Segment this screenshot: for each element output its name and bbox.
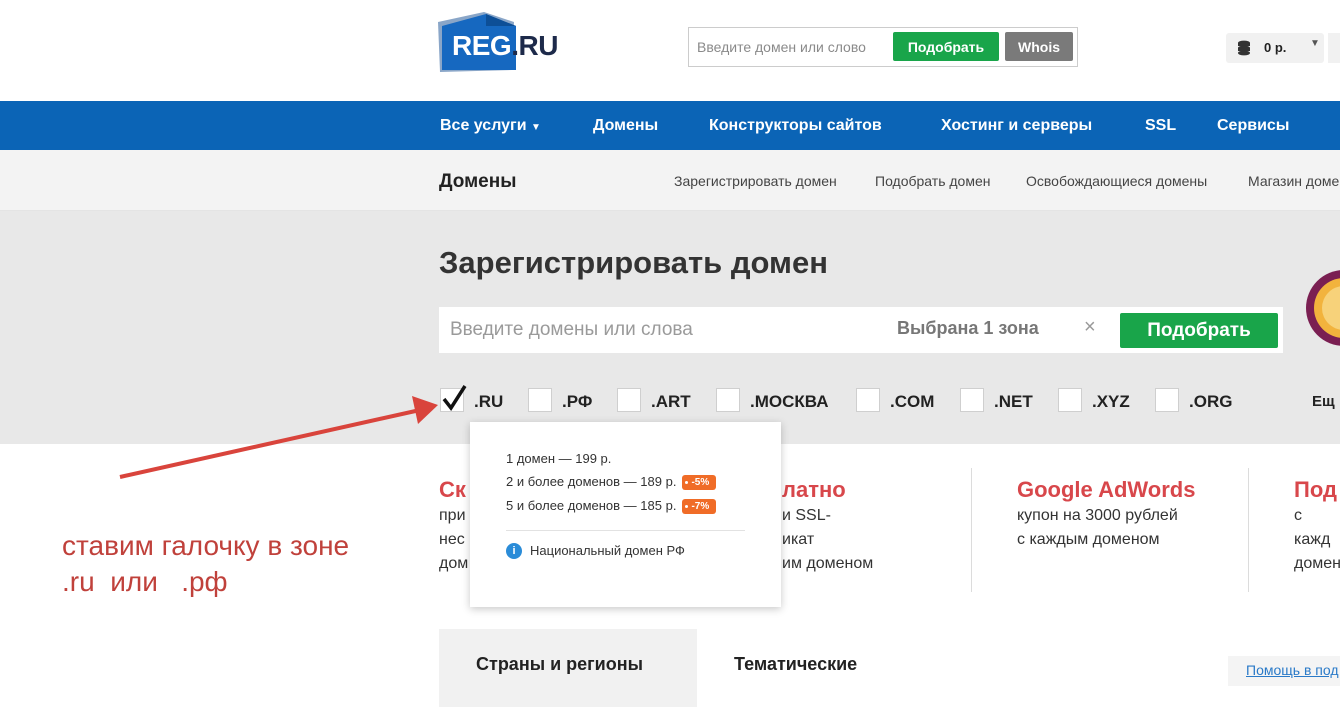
promo-block-2: латно и SSL- икат им доменом [782, 476, 873, 576]
domain-search-input[interactable] [450, 318, 870, 342]
sub-nav-pick-domain[interactable]: Подобрать домен [875, 173, 990, 189]
tab-countries-regions[interactable]: Страны и регионы [476, 654, 643, 675]
caret-down-icon: ▼ [531, 122, 541, 133]
divider [971, 468, 972, 592]
promo-block-1: Ск при нес дом [439, 476, 468, 576]
discount-badge: -7% [682, 499, 717, 515]
annotation-line: ставим галочку в зоне [62, 530, 350, 561]
checkbox[interactable] [856, 388, 880, 412]
checkmark-icon [442, 385, 467, 412]
help-link[interactable]: Помощь в под [1246, 662, 1339, 678]
main-nav: Все услуги ▼ Домены Конструкторы сайтов … [0, 101, 1340, 150]
nav-all-services[interactable]: Все услуги ▼ [440, 117, 541, 135]
page-title: Зарегистрировать домен [439, 245, 828, 280]
discount-badge: -5% [682, 475, 717, 491]
price-row: 1 домен — 199 р. [506, 451, 612, 466]
zone-label: .COM [890, 392, 935, 411]
zone-label: .РФ [562, 392, 593, 411]
balance-dropdown[interactable]: 0 р. ▼ [1226, 33, 1324, 63]
sub-nav-title: Домены [439, 171, 517, 192]
promo-line: при [439, 507, 466, 524]
header-pick-button[interactable]: Подобрать [893, 32, 999, 61]
domain-search-box: Выбрана 1 зона × Подобрать [439, 307, 1283, 353]
hero-register-domain: Зарегистрировать домен Выбрана 1 зона × … [0, 211, 1340, 444]
tab-thematic[interactable]: Тематические [734, 654, 857, 675]
checkbox[interactable] [1058, 388, 1082, 412]
checkbox[interactable] [960, 388, 984, 412]
checkbox[interactable] [1155, 388, 1179, 412]
promo-badge-icon[interactable] [1306, 258, 1340, 358]
sub-nav-expiring-domains[interactable]: Освобождающиеся домены [1026, 173, 1207, 189]
promo-line: икат [782, 531, 815, 548]
logo-text: REG.RU [452, 30, 558, 61]
zone-label: .NET [994, 392, 1033, 411]
zone-label: .RU [474, 392, 504, 411]
promo-line: им доменом [782, 555, 874, 572]
whois-button[interactable]: Whois [1005, 32, 1073, 61]
checkbox[interactable] [528, 388, 552, 412]
coins-icon [1238, 40, 1250, 56]
promo-line: домен [1294, 555, 1340, 572]
info-icon: i [506, 543, 522, 559]
sub-nav-domain-shop[interactable]: Магазин доме [1248, 173, 1339, 189]
clear-icon[interactable]: × [1084, 316, 1096, 339]
balance-amount: 0 р. [1264, 40, 1287, 55]
checkbox[interactable] [617, 388, 641, 412]
nav-hosting[interactable]: Хостинг и серверы [941, 117, 1092, 135]
promo-heading: Google AdWords [1017, 477, 1196, 502]
zone-label: .XYZ [1092, 392, 1130, 411]
user-menu-edge[interactable] [1328, 33, 1340, 63]
zone-label: .МОСКВА [750, 392, 829, 411]
zone-price-tooltip: 1 домен — 199 р. 2 и более доменов — 189… [470, 422, 781, 607]
annotation-text: ставим галочку в зоне .ru или .рф [62, 528, 349, 600]
header-search-box: Подобрать Whois [688, 27, 1078, 67]
nav-services[interactable]: Сервисы [1217, 117, 1289, 135]
price-row: 2 и более доменов — 189 р. -5% [506, 474, 717, 491]
price-row: 5 и более доменов — 185 р. -7% [506, 498, 717, 515]
promo-line: купон на 3000 рублей [1017, 507, 1178, 524]
nav-site-builders[interactable]: Конструкторы сайтов [709, 117, 882, 135]
more-zones-link[interactable]: Ещ [1312, 393, 1335, 410]
promo-line: нес [439, 531, 465, 548]
sub-nav: Домены Зарегистрировать домен Подобрать … [0, 150, 1340, 211]
selected-zones-count[interactable]: Выбрана 1 зона [897, 318, 1039, 339]
promo-heading: латно [782, 477, 846, 502]
zone-note: Национальный домен РФ [530, 543, 685, 558]
annotation-line: .ru или .рф [62, 566, 228, 597]
promo-block-google-adwords: Google AdWords купон на 3000 рублей с ка… [1017, 476, 1227, 552]
divider [1248, 468, 1249, 592]
divider [506, 530, 745, 531]
sub-nav-register-domain[interactable]: Зарегистрировать домен [674, 173, 837, 189]
header-search-input[interactable] [697, 37, 887, 57]
promo-heading: Ск [439, 477, 466, 502]
promo-line: дом [439, 555, 469, 572]
checkbox[interactable] [716, 388, 740, 412]
promo-line: с каждым доменом [1017, 531, 1160, 548]
promo-heading: Под [1294, 477, 1337, 502]
promo-line: с кажд [1294, 507, 1331, 548]
promo-block-4: Под с кажд домен [1294, 476, 1340, 576]
chevron-down-icon: ▼ [1310, 38, 1320, 49]
nav-ssl[interactable]: SSL [1145, 117, 1176, 135]
promo-line: и SSL- [782, 507, 831, 524]
zone-label: .ART [651, 392, 691, 411]
nav-domains[interactable]: Домены [593, 117, 658, 135]
zone-label: .ORG [1189, 392, 1233, 411]
domain-pick-button[interactable]: Подобрать [1120, 313, 1278, 348]
